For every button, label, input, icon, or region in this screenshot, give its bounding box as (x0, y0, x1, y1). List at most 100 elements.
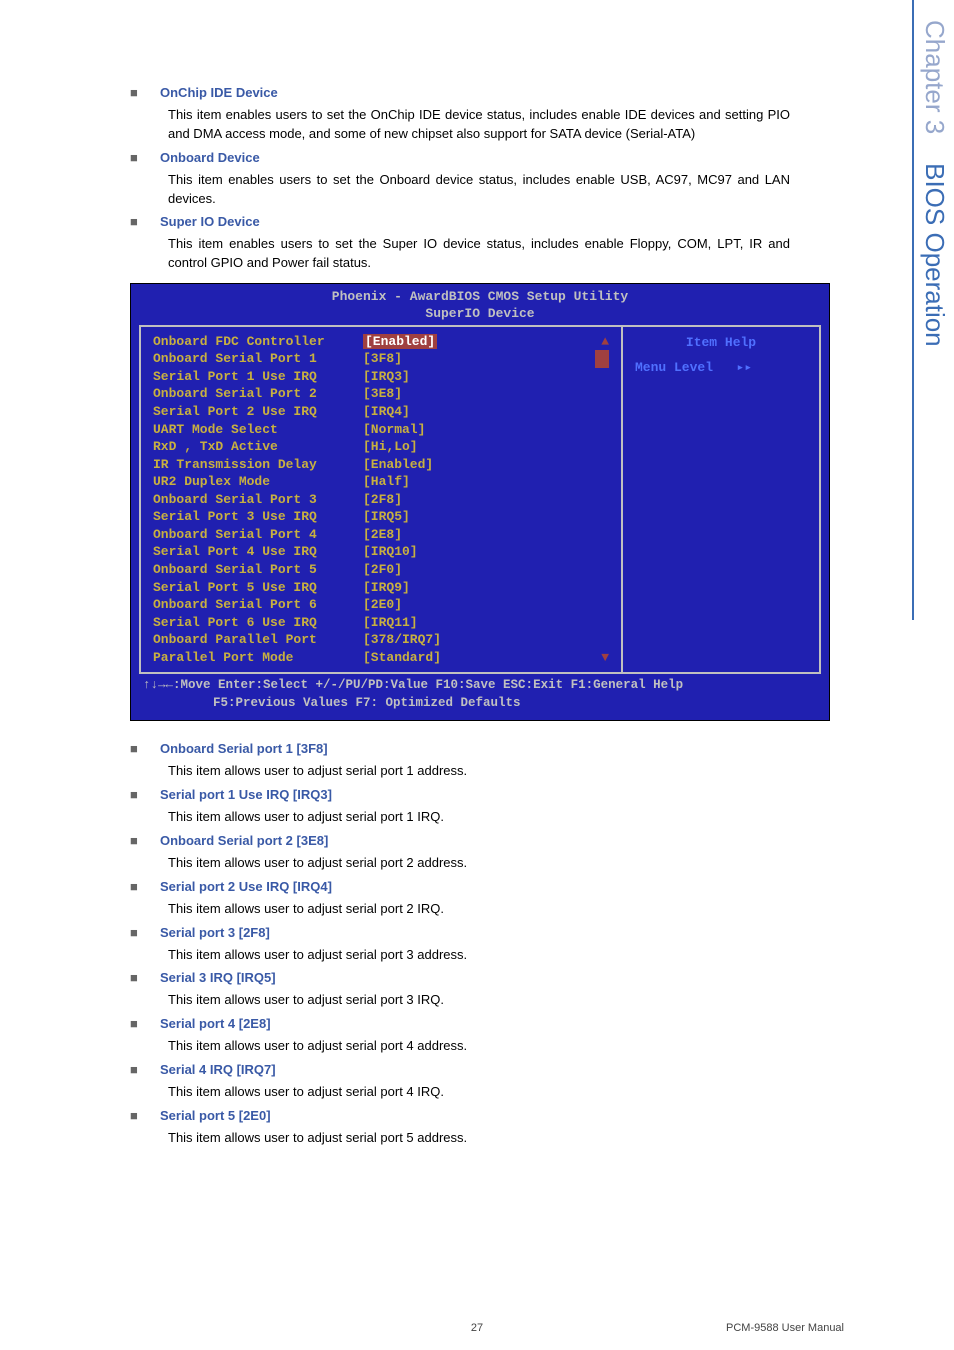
section-body: This item enables users to set the Super… (168, 235, 790, 273)
bios-setting-row[interactable]: IR Transmission Delay[Enabled] (153, 456, 609, 474)
bios-setting-value: [Hi,Lo] (363, 439, 418, 454)
bios-setting-row[interactable]: Serial Port 3 Use IRQ[IRQ5] (153, 508, 609, 526)
bios-setting-label: Serial Port 5 Use IRQ (153, 579, 363, 597)
bios-help-panel: Item Help Menu Level ▸▸ (621, 327, 821, 672)
section-body: This item allows user to adjust serial p… (168, 1129, 790, 1148)
section-title: OnChip IDE Device (160, 85, 278, 100)
bios-setting-value: [Enabled] (363, 334, 437, 349)
bios-setting-label: Onboard Serial Port 3 (153, 491, 363, 509)
section-item: ■Super IO Device (130, 214, 790, 229)
scrollbar-track (595, 508, 609, 526)
section-item: ■ Serial port 3 [2F8] (130, 925, 790, 940)
section-body: This item allows user to adjust serial p… (168, 762, 790, 781)
bios-setting-row[interactable]: Serial Port 6 Use IRQ[IRQ11] (153, 614, 609, 632)
scrollbar-track (595, 614, 609, 632)
scrollbar-track (595, 438, 609, 456)
bullet-icon: ■ (130, 787, 142, 802)
bullet-icon: ■ (130, 150, 142, 165)
bullet-icon: ■ (130, 214, 142, 229)
menu-level: Menu Level ▸▸ (635, 360, 807, 375)
bios-setting-row[interactable]: Onboard Serial Port 4[2E8] (153, 526, 609, 544)
page-number: 27 (471, 1322, 483, 1334)
manual-name: PCM-9588 User Manual (726, 1322, 844, 1334)
bios-setting-row[interactable]: RxD , TxD Active[Hi,Lo] (153, 438, 609, 456)
section-body: This item allows user to adjust serial p… (168, 1037, 790, 1056)
scrollbar-track (595, 526, 609, 544)
section-title: Serial 3 IRQ [IRQ5] (160, 970, 276, 985)
scrollbar-track (595, 491, 609, 509)
scrollbar-track (595, 543, 609, 561)
section-body: This item allows user to adjust serial p… (168, 991, 790, 1010)
bios-setting-row[interactable]: Serial Port 5 Use IRQ[IRQ9] (153, 579, 609, 597)
section-body: This item allows user to adjust serial p… (168, 854, 790, 873)
bios-setting-value: [Normal] (363, 422, 425, 437)
scrollbar-track (595, 456, 609, 474)
bios-setting-value: [2E8] (363, 527, 402, 542)
bios-setting-value: [3F8] (363, 351, 402, 366)
chapter-label: Chapter 3 (920, 20, 950, 134)
bios-setting-label: Serial Port 4 Use IRQ (153, 543, 363, 561)
bios-setting-row[interactable]: Onboard FDC Controller[Enabled] ▲ (153, 333, 609, 351)
scroll-arrow-icon: ▲ (595, 333, 609, 351)
bios-setting-value: [378/IRQ7] (363, 632, 441, 647)
bios-setting-row[interactable]: Onboard Serial Port 2[3E8] (153, 385, 609, 403)
scroll-arrow-icon: ▼ (595, 649, 609, 667)
bios-setting-value: [2F0] (363, 562, 402, 577)
bios-setting-row[interactable]: Serial Port 1 Use IRQ[IRQ3] (153, 368, 609, 386)
section-body: This item allows user to adjust serial p… (168, 900, 790, 919)
section-title: Onboard Serial port 1 [3F8] (160, 741, 328, 756)
bios-setting-row[interactable]: Serial Port 4 Use IRQ[IRQ10] (153, 543, 609, 561)
scrollbar-track (595, 403, 609, 421)
bios-setting-label: IR Transmission Delay (153, 456, 363, 474)
section-title: Serial port 4 [2E8] (160, 1016, 271, 1031)
section-title: Serial port 5 [2E0] (160, 1108, 271, 1123)
bios-setting-row[interactable]: Onboard Serial Port 6[2E0] (153, 596, 609, 614)
bios-setting-row[interactable]: UART Mode Select[Normal] (153, 421, 609, 439)
bios-body: Onboard FDC Controller[Enabled]▲Onboard … (139, 325, 821, 674)
section-body: This item enables users to set the OnChi… (168, 106, 790, 144)
bios-setting-value: [IRQ9] (363, 580, 410, 595)
bios-setting-row[interactable]: Onboard Parallel Port[378/IRQ7] (153, 631, 609, 649)
section-title: Serial port 3 [2F8] (160, 925, 270, 940)
bullet-icon: ■ (130, 1108, 142, 1123)
bios-screenshot: Phoenix - AwardBIOS CMOS Setup Utility S… (130, 283, 830, 721)
section-body: This item allows user to adjust serial p… (168, 1083, 790, 1102)
scrollbar-track (595, 596, 609, 614)
bios-setting-label: Serial Port 3 Use IRQ (153, 508, 363, 526)
bios-setting-value: [IRQ5] (363, 509, 410, 524)
bios-settings-list: Onboard FDC Controller[Enabled]▲Onboard … (139, 327, 621, 672)
section-title: Serial 4 IRQ [IRQ7] (160, 1062, 276, 1077)
bios-setting-label: Onboard Serial Port 6 (153, 596, 363, 614)
item-help-title: Item Help (635, 335, 807, 350)
bios-setting-value: [2F8] (363, 492, 402, 507)
bios-setting-row[interactable]: Onboard Serial Port 5[2F0] (153, 561, 609, 579)
bios-footer-line2: F5:Previous Values F7: Optimized Default… (143, 695, 817, 713)
side-tab: Chapter 3 BIOS Operation (912, 0, 954, 620)
bios-setting-row[interactable]: Serial Port 2 Use IRQ[IRQ4] (153, 403, 609, 421)
bios-setting-label: Serial Port 6 Use IRQ (153, 614, 363, 632)
bios-setting-value: [IRQ11] (363, 615, 418, 630)
bullet-icon: ■ (130, 925, 142, 940)
bios-setting-row[interactable]: Onboard Serial Port 3[2F8] (153, 491, 609, 509)
bios-title-1: Phoenix - AwardBIOS CMOS Setup Utility (131, 289, 829, 306)
scrollbar-track (595, 421, 609, 439)
bullet-icon: ■ (130, 1016, 142, 1031)
bios-setting-row[interactable]: Onboard Serial Port 1[3F8] (153, 350, 609, 368)
menu-level-icon: ▸▸ (721, 360, 752, 375)
bios-setting-value: [2E0] (363, 597, 402, 612)
bios-setting-label: Onboard Serial Port 4 (153, 526, 363, 544)
section-item: ■Onboard Device (130, 150, 790, 165)
bios-setting-row[interactable]: UR2 Duplex Mode[Half] (153, 473, 609, 491)
bios-setting-label: Parallel Port Mode (153, 649, 363, 667)
bullet-icon: ■ (130, 970, 142, 985)
section-body: This item allows user to adjust serial p… (168, 946, 790, 965)
bios-setting-label: Onboard FDC Controller (153, 333, 363, 351)
section-item: ■Onboard Serial port 2 [3E8] (130, 833, 790, 848)
section-title: Onboard Serial port 2 [3E8] (160, 833, 328, 848)
section-item: ■ Serial port 5 [2E0] (130, 1108, 790, 1123)
bios-setting-row[interactable]: Parallel Port Mode[Standard]▼ (153, 649, 609, 667)
bios-setting-value: [IRQ10] (363, 544, 418, 559)
bullet-icon: ■ (130, 879, 142, 894)
section-item: ■OnChip IDE Device (130, 85, 790, 100)
bios-setting-label: RxD , TxD Active (153, 438, 363, 456)
